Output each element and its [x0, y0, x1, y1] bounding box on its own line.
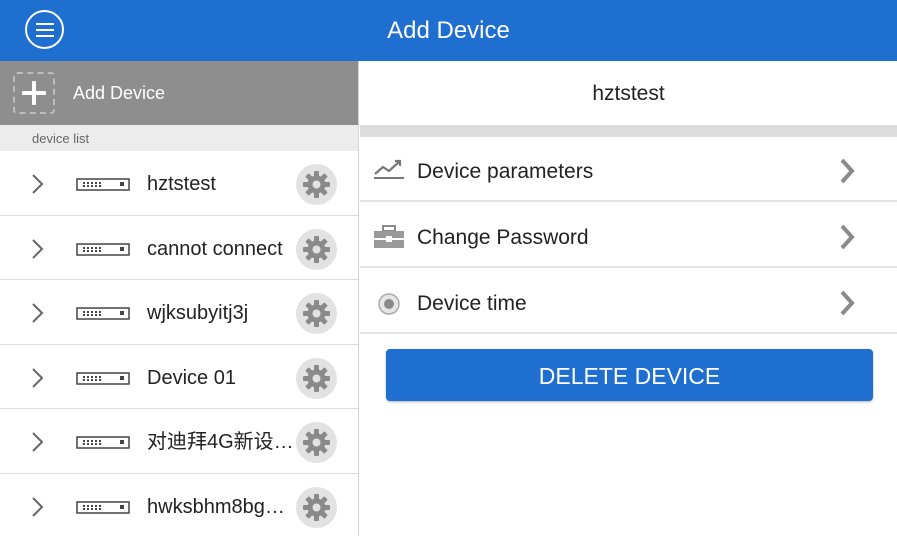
device-name: 对迪拜4G新设…	[147, 431, 292, 453]
clock-icon	[378, 293, 400, 315]
gear-icon[interactable]	[296, 357, 337, 399]
device-row[interactable]: wjksubyitj3j	[0, 280, 358, 345]
plus-icon	[13, 72, 55, 114]
device-list-header: device list	[0, 125, 358, 151]
chevron-right-icon	[840, 290, 855, 316]
top-app-bar: Add Device	[0, 0, 897, 61]
device-row[interactable]: Device 01	[0, 344, 358, 409]
device-name: cannot connect	[147, 237, 283, 260]
gear-icon[interactable]	[296, 293, 337, 334]
device-row[interactable]: cannot connect	[0, 215, 358, 280]
chevron-right-icon[interactable]	[31, 431, 45, 453]
gear-icon[interactable]	[296, 422, 337, 463]
device-parameters-item[interactable]: Device parameters	[360, 137, 897, 202]
chevron-right-icon[interactable]	[31, 173, 45, 195]
device-row[interactable]: 对迪拜4G新设…	[0, 409, 358, 474]
chevron-right-icon[interactable]	[31, 367, 45, 389]
option-label: Device time	[417, 292, 527, 315]
device-row[interactable]: hwksbhm8bg…	[0, 473, 358, 536]
dvr-device-icon	[76, 436, 130, 449]
toolbox-icon	[374, 225, 404, 248]
gear-icon[interactable]	[296, 164, 337, 205]
dvr-device-icon	[76, 500, 130, 514]
device-name: wjksubyitj3j	[147, 302, 249, 324]
add-device-label: Add Device	[73, 83, 166, 103]
dvr-device-icon	[76, 371, 130, 385]
device-row[interactable]: hztstest	[0, 151, 358, 216]
device-detail-title: hztstest	[592, 82, 665, 105]
device-name: Device 01	[147, 366, 236, 389]
device-sidebar: Add Device device list hztstest cannot c…	[0, 61, 359, 536]
change-password-item[interactable]: Change Password	[360, 203, 897, 268]
chart-line-icon	[374, 159, 404, 179]
device-list-title: device list	[32, 131, 90, 146]
gear-icon[interactable]	[296, 228, 337, 270]
chevron-right-icon	[840, 224, 855, 250]
chevron-right-icon[interactable]	[31, 238, 45, 260]
add-device-button[interactable]: Add Device	[0, 61, 358, 125]
option-label: Change Password	[417, 226, 589, 249]
option-label: Device parameters	[417, 160, 594, 183]
dvr-device-icon	[76, 307, 130, 320]
dvr-device-icon	[76, 242, 130, 256]
device-name: hztstest	[147, 173, 216, 195]
device-detail-panel: hztstest Device parameters Change Passwo…	[360, 61, 897, 536]
page-title: Add Device	[387, 17, 510, 44]
device-time-item[interactable]: Device time	[360, 269, 897, 334]
device-name: hwksbhm8bg…	[147, 495, 285, 518]
gear-icon[interactable]	[296, 486, 337, 528]
chevron-right-icon[interactable]	[31, 496, 45, 518]
device-list: hztstest cannot connect wjksubyitj3j Dev…	[0, 151, 358, 536]
divider	[360, 125, 897, 137]
delete-device-button[interactable]: DELETE DEVICE	[386, 349, 873, 401]
dvr-device-icon	[76, 178, 130, 191]
chevron-right-icon	[840, 158, 855, 184]
chevron-right-icon[interactable]	[31, 302, 45, 324]
